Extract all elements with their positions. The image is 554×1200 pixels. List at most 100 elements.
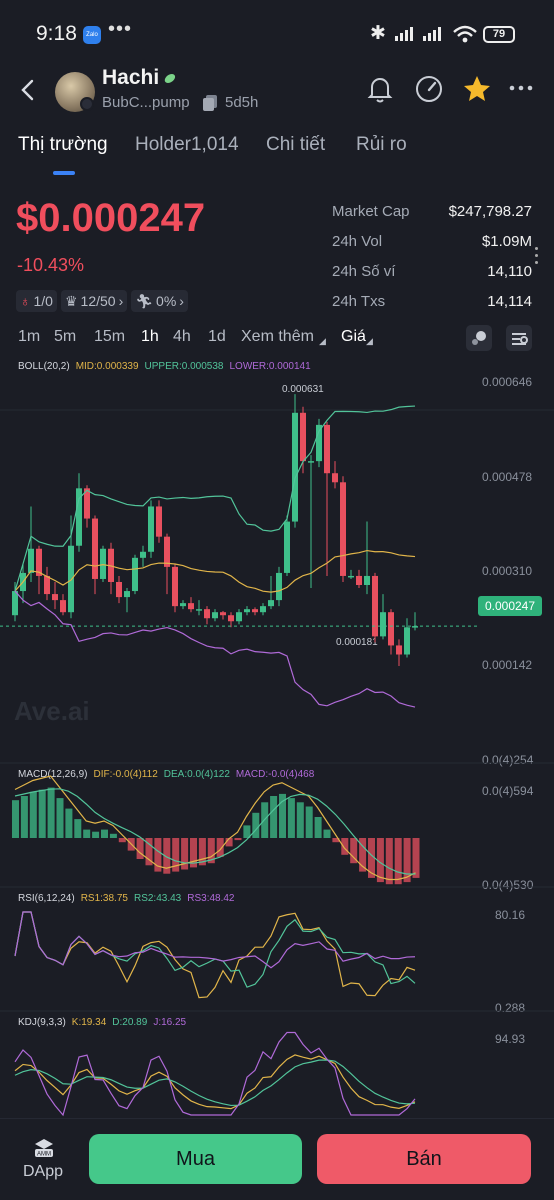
price-chart[interactable]	[0, 355, 554, 1118]
copy-icon[interactable]	[201, 94, 219, 112]
candle-body	[244, 609, 250, 613]
macd-bar	[83, 829, 91, 838]
candle-body	[348, 575, 354, 578]
rsi-line-3	[14, 911, 416, 969]
interval-15m[interactable]: 15m	[94, 328, 125, 346]
candle-body	[148, 506, 154, 552]
candle-body	[68, 545, 74, 613]
candle-body	[260, 606, 266, 613]
candle-body	[116, 581, 122, 598]
status-bar: 9:18 Zalo ••• ✱ 79	[0, 0, 554, 64]
candle-body	[156, 506, 162, 537]
macd-bar	[287, 798, 295, 838]
chip-money[interactable]: ♁ 1/0	[16, 290, 57, 312]
stat-market-cap: Market Cap $247,798.27	[332, 203, 532, 233]
candle-body	[276, 572, 282, 601]
interval-1d[interactable]: 1d	[208, 328, 226, 346]
candle-body	[28, 548, 34, 573]
tab-risk[interactable]: Rủi ro	[356, 134, 407, 156]
macd-bar	[341, 838, 349, 855]
interval-more[interactable]: Xem thêm	[241, 328, 314, 346]
candle-body	[92, 518, 98, 579]
sell-button[interactable]: Bán	[317, 1134, 531, 1184]
more-icon[interactable]	[509, 84, 533, 92]
macd-bar	[136, 838, 144, 859]
rsi-line-2	[14, 911, 416, 988]
stat-wallets: 24h Số ví 14,110	[332, 263, 532, 293]
dapp-label[interactable]: DApp	[23, 1163, 63, 1181]
star-icon[interactable]	[462, 74, 492, 104]
rsi-line-1	[14, 911, 416, 999]
candle-body	[132, 557, 138, 592]
candle-body	[196, 609, 202, 611]
candle-body	[364, 575, 370, 586]
pill-icon: ⬬	[160, 68, 180, 89]
dropdown-triangle-icon: ◢	[366, 336, 373, 346]
stat-label: 24h Vol	[332, 233, 383, 250]
indicator-icon	[472, 331, 486, 345]
candle-body	[268, 600, 274, 607]
token-address[interactable]: BubC...pump	[102, 94, 190, 111]
gauge-icon[interactable]	[414, 74, 444, 104]
macd-bar	[385, 838, 393, 885]
token-age: 5d5h	[225, 94, 259, 111]
macd-bar	[314, 817, 322, 838]
candle-body	[380, 612, 386, 637]
tab-details[interactable]: Chi tiết	[266, 134, 325, 156]
macd-bar	[252, 812, 260, 838]
macd-bar	[74, 819, 82, 838]
candle-body	[188, 603, 194, 610]
macd-bar	[270, 796, 278, 838]
macd-bar	[65, 808, 73, 838]
interval-5m[interactable]: 5m	[54, 328, 76, 346]
stat-value: 14,114	[487, 293, 532, 310]
macd-bar	[12, 800, 19, 838]
macd-bar	[118, 838, 126, 843]
candle-body	[324, 424, 330, 474]
buy-button[interactable]: Mua	[89, 1134, 302, 1184]
macd-bar	[92, 831, 100, 838]
candle-body	[180, 603, 186, 607]
chip-crown[interactable]: ♛ 12/50 ›	[60, 290, 128, 312]
token-stats: Market Cap $247,798.27 24h Vol $1.09M 24…	[332, 203, 532, 323]
interval-4h[interactable]: 4h	[173, 328, 191, 346]
stat-label: Market Cap	[332, 203, 410, 220]
candle-body	[284, 521, 290, 573]
interval-1h[interactable]: 1h	[141, 328, 159, 346]
price-change: -10.43%	[17, 255, 85, 275]
candle-body	[44, 575, 50, 595]
chart-settings-button[interactable]	[506, 325, 532, 351]
status-time: 9:18	[36, 22, 77, 45]
candle-body	[60, 600, 66, 613]
indicator-tool-button[interactable]	[466, 325, 492, 351]
chevron-right-icon: ›	[179, 293, 184, 309]
bell-icon[interactable]	[366, 74, 394, 104]
macd-bar	[56, 798, 64, 838]
chip-runner-label: 0%	[156, 293, 177, 309]
back-icon[interactable]	[18, 78, 38, 102]
candle-body	[308, 461, 314, 463]
tab-holder[interactable]: Holder1,014	[135, 134, 239, 156]
chain-badge-icon	[80, 97, 94, 111]
macd-bar	[296, 802, 304, 838]
candle-body	[356, 575, 362, 586]
kdj-d-line	[14, 1059, 416, 1107]
dropdown-triangle-icon: ◢	[319, 336, 326, 346]
tab-market[interactable]: Thị trường	[18, 134, 108, 156]
chip-runner[interactable]: 🏃︎ 0% ›	[131, 290, 188, 312]
candle-body	[140, 551, 146, 558]
dapp-icon[interactable]: AMM	[32, 1137, 56, 1159]
stat-txs: 24h Txs 14,114	[332, 293, 532, 323]
stats-more-icon[interactable]	[535, 247, 539, 268]
macd-bar	[38, 789, 46, 838]
candle-body	[212, 612, 218, 619]
boll-lower-line	[14, 590, 416, 708]
stat-label: 24h Txs	[332, 293, 386, 310]
stat-volume: 24h Vol $1.09M	[332, 233, 532, 263]
candle-body	[388, 612, 394, 646]
money-bag-icon: ♁	[20, 293, 31, 309]
stat-value: 14,110	[487, 263, 532, 280]
interval-1m[interactable]: 1m	[18, 328, 40, 346]
bluetooth-icon: ✱	[370, 23, 386, 44]
price-type-select[interactable]: Giá	[341, 328, 366, 346]
